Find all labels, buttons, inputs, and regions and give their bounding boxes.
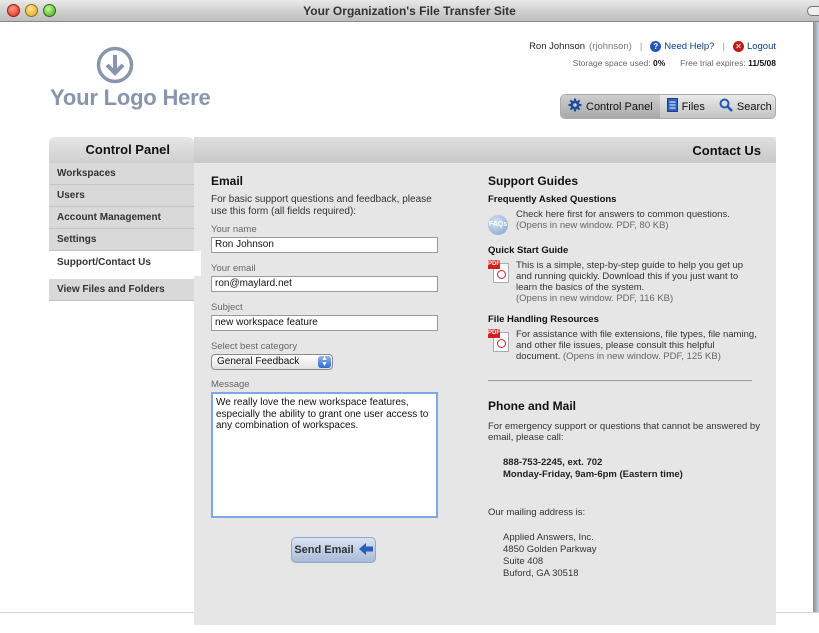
email-intro: For basic support questions and feedback… — [211, 194, 432, 217]
address-line: Suite 408 — [503, 556, 544, 567]
tab-control-panel[interactable]: Control Panel — [561, 95, 660, 118]
sidebar-item-account-management[interactable]: Account Management — [49, 207, 194, 229]
name-label: Your name — [211, 224, 257, 235]
separator: | — [722, 41, 725, 52]
sidebar-item-view-files[interactable]: View Files and Folders — [49, 279, 194, 301]
sidebar-item-settings[interactable]: Settings — [49, 229, 194, 251]
faq-note: (Opens in new window. PDF, 80 KB) — [516, 220, 669, 231]
mail-intro: Our mailing address is: — [488, 507, 586, 518]
logout-link[interactable]: ✕ Logout — [732, 41, 776, 52]
help-link[interactable]: ? Need Help? — [650, 41, 714, 52]
email-field[interactable]: ron@maylard.net — [211, 276, 438, 292]
section-divider — [488, 380, 752, 381]
address-line: Applied Answers, Inc. — [503, 532, 594, 543]
category-select[interactable]: General Feedback ▲ ▼ — [211, 354, 333, 370]
phone-hours: Monday-Friday, 9am-6pm (Eastern time) — [503, 469, 683, 480]
toolbar-toggle-button[interactable] — [807, 6, 819, 16]
window-titlebar: Your Organization's File Transfer Site — [0, 0, 819, 22]
user-name: Ron Johnson — [529, 41, 586, 52]
phone-intro: For emergency support or questions that … — [488, 421, 760, 443]
message-label: Message — [211, 379, 250, 390]
sidebar-item-workspaces[interactable]: Workspaces — [49, 163, 194, 185]
logout-label: Logout — [746, 41, 776, 52]
send-email-button[interactable]: Send Email — [291, 537, 376, 563]
gear-icon — [568, 98, 582, 115]
tab-files[interactable]: Files — [660, 95, 712, 118]
tab-label: Control Panel — [586, 100, 653, 113]
magnifier-icon — [719, 98, 733, 115]
subject-field[interactable]: new workspace feature — [211, 315, 438, 331]
pdf-icon: PDF — [488, 329, 510, 353]
tab-search[interactable]: Search — [712, 95, 775, 118]
file-handling-title[interactable]: File Handling Resources — [488, 314, 760, 325]
trial-value: 11/5/08 — [748, 58, 776, 68]
faq-text: Check here first for answers to common q… — [516, 209, 730, 220]
quick-start-guide[interactable]: PDF This is a simple, step-by-step guide… — [488, 260, 760, 304]
subject-label: Subject — [211, 302, 243, 313]
sidebar-title: Control Panel — [49, 137, 194, 163]
address-line: Buford, GA 30518 — [503, 568, 579, 579]
quick-start-title[interactable]: Quick Start Guide — [488, 245, 760, 256]
sidebar-item-users[interactable]: Users — [49, 185, 194, 207]
address-line: 4850 Golden Parkway — [503, 544, 597, 555]
logo-text: Your Logo Here — [50, 85, 211, 110]
sidebar-item-support-contact[interactable]: Support/Contact Us — [49, 251, 201, 276]
faq-guide[interactable]: FAQs Check here first for answers to com… — [488, 209, 760, 235]
contact-panel: Contact Us Email For basic support quest… — [194, 137, 776, 625]
email-form: Email For basic support questions and fe… — [211, 174, 441, 518]
window-edge — [813, 22, 819, 612]
storage-info: Storage space used: 0% Free trial expire… — [573, 58, 776, 68]
category-value: General Feedback — [217, 356, 300, 367]
email-heading: Email — [211, 174, 244, 188]
logo-download-icon — [96, 46, 134, 84]
file-handling-note: (Opens in new window. PDF, 125 KB) — [563, 351, 721, 362]
sidebar: Control Panel Workspaces Users Account M… — [49, 137, 201, 301]
pdf-icon: PDF — [488, 260, 510, 284]
faq-title[interactable]: Frequently Asked Questions — [488, 194, 760, 205]
quick-start-note: (Opens in new window. PDF, 116 KB) — [516, 293, 674, 304]
window-title: Your Organization's File Transfer Site — [303, 4, 516, 18]
send-arrow-icon — [358, 542, 373, 558]
category-label: Select best category — [211, 341, 298, 352]
message-textarea[interactable]: We really love the new workspace feature… — [211, 392, 438, 518]
help-icon: ? — [650, 41, 662, 52]
storage-value: 0% — [653, 58, 666, 68]
tab-label: Files — [681, 100, 705, 113]
separator: | — [639, 41, 643, 52]
storage-label: Storage space used: — [572, 58, 651, 68]
guides-heading: Support Guides — [488, 174, 578, 188]
user-handle: (rjohnson) — [589, 41, 632, 52]
mailing-address: Applied Answers, Inc. 4850 Golden Parkwa… — [488, 532, 760, 580]
help-label: Need Help? — [664, 41, 715, 52]
file-handling-guide[interactable]: PDF For assistance with file extensions,… — [488, 329, 760, 362]
document-icon — [666, 98, 678, 115]
quick-start-text: This is a simple, step-by-step guide to … — [516, 260, 744, 293]
tab-label: Search — [736, 100, 772, 113]
page-title: Contact Us — [194, 137, 776, 163]
select-arrows-icon: ▲ ▼ — [318, 355, 331, 368]
name-field[interactable]: Ron Johnson — [211, 237, 438, 253]
main-tabs: Control Panel Files Search — [560, 94, 776, 119]
email-label: Your email — [211, 263, 256, 274]
support-column: Support Guides Frequently Asked Question… — [488, 174, 760, 580]
trial-label: Free trial expires: — [680, 58, 746, 68]
phone-number: 888-753-2245, ext. 702 — [503, 457, 603, 468]
phone-heading: Phone and Mail — [488, 399, 577, 413]
send-email-label: Send Email — [294, 544, 354, 556]
logout-icon: ✕ — [732, 41, 744, 52]
user-bar: Ron Johnson (rjohnson) | ? Need Help? | … — [529, 41, 776, 52]
faq-icon: FAQs — [488, 215, 508, 235]
